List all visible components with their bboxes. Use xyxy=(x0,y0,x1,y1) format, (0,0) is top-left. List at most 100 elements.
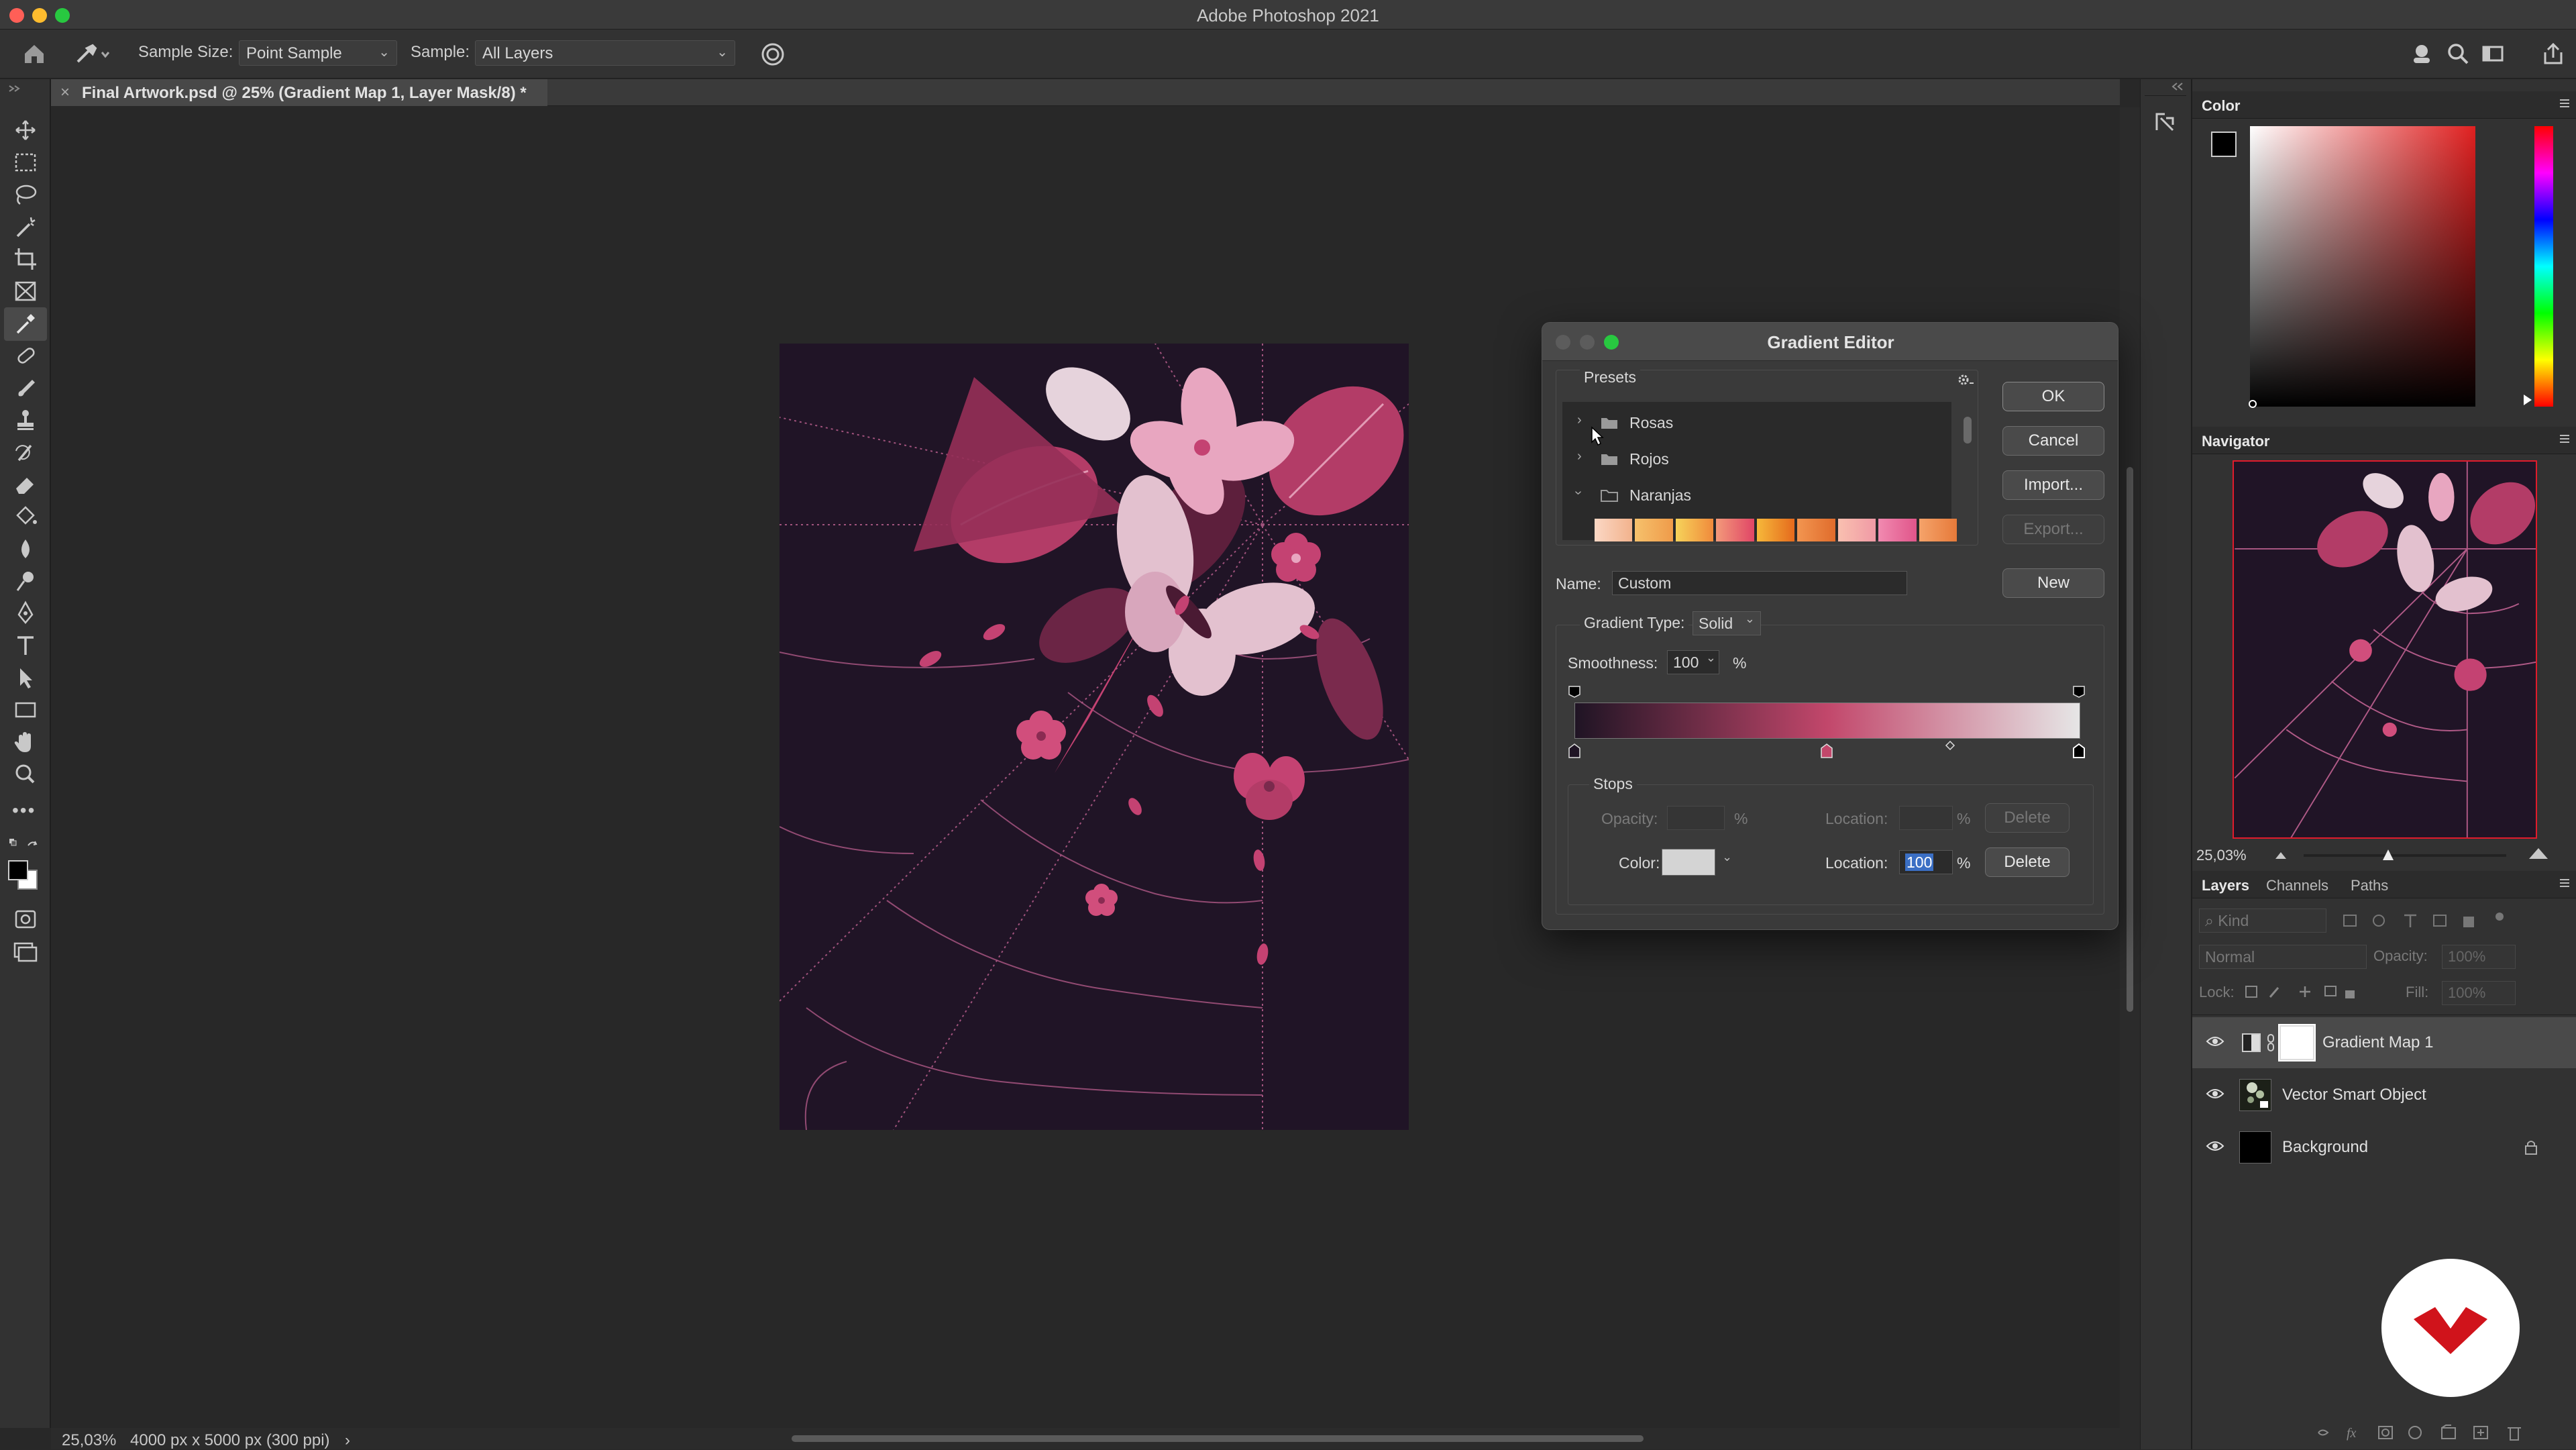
export-button[interactable]: Export... xyxy=(2002,515,2104,544)
clone-stamp-tool-icon[interactable] xyxy=(9,407,42,433)
foreground-color-swatch[interactable] xyxy=(8,860,28,880)
visibility-eye-icon[interactable] xyxy=(2206,1139,2224,1153)
preset-swatch[interactable] xyxy=(1595,519,1633,541)
eraser-tool-icon[interactable] xyxy=(9,471,42,498)
navigator-preview[interactable] xyxy=(2233,460,2537,839)
preset-swatch[interactable] xyxy=(1878,519,1917,541)
panel-menu-icon[interactable] xyxy=(2559,878,2571,888)
chevron-down-icon[interactable]: ⌄ xyxy=(1706,651,1716,665)
sample-size-dropdown[interactable]: Point Sample ⌄ xyxy=(239,40,397,66)
brush-tool-icon[interactable] xyxy=(9,374,42,401)
dodge-tool-icon[interactable] xyxy=(9,568,42,594)
color-midpoint-diamond[interactable] xyxy=(1945,740,1955,751)
visibility-eye-icon[interactable] xyxy=(2206,1035,2224,1048)
magic-wand-tool-icon[interactable] xyxy=(9,213,42,240)
mask-link-icon[interactable] xyxy=(2266,1033,2275,1052)
learn-icon[interactable] xyxy=(2410,42,2434,66)
color-stop-left[interactable] xyxy=(1568,743,1581,759)
history-brush-tool-icon[interactable] xyxy=(9,439,42,466)
color-picker-field[interactable] xyxy=(2250,126,2475,407)
status-zoom[interactable]: 25,03% xyxy=(62,1431,116,1450)
crop-tool-icon[interactable] xyxy=(9,246,42,272)
color-picker-cursor[interactable] xyxy=(2249,400,2257,408)
preset-swatch[interactable] xyxy=(1919,519,1957,541)
chevron-down-icon[interactable]: › xyxy=(1570,490,1586,495)
layer-mask-thumbnail[interactable] xyxy=(2278,1024,2316,1061)
vertical-scrollbar[interactable] xyxy=(2120,107,2140,1428)
preset-swatch[interactable] xyxy=(1675,519,1714,541)
history-panel-icon[interactable] xyxy=(2151,109,2178,136)
artwork-canvas[interactable] xyxy=(780,344,1409,1130)
preset-swatch[interactable] xyxy=(1756,519,1795,541)
navigator-zoom-slider[interactable] xyxy=(2304,854,2506,857)
gradient-preview-bar[interactable] xyxy=(1574,703,2080,739)
rectangle-tool-icon[interactable] xyxy=(9,696,42,723)
tab-layers[interactable]: Layers xyxy=(2202,877,2249,894)
screen-mode-icon[interactable] xyxy=(9,938,42,965)
navigator-zoom-slider-thumb[interactable] xyxy=(2383,849,2394,860)
layers-bottom-actions[interactable]: fx xyxy=(2313,1421,2568,1444)
delete-color-stop-button[interactable]: Delete xyxy=(1985,847,2070,877)
tab-paths[interactable]: Paths xyxy=(2351,877,2388,894)
preset-swatch[interactable] xyxy=(1635,519,1673,541)
zoom-in-icon[interactable] xyxy=(2528,844,2549,862)
visibility-eye-icon[interactable] xyxy=(2206,1087,2224,1100)
opacity-stop-right[interactable] xyxy=(2072,685,2086,698)
eyedropper-tool-preset-icon[interactable] xyxy=(74,42,111,66)
ok-button[interactable]: OK xyxy=(2002,382,2104,411)
dialog-title-bar[interactable]: Gradient Editor xyxy=(1542,323,2118,361)
pen-tool-icon[interactable] xyxy=(9,600,42,627)
layer-row-vector-smart-object[interactable]: Vector Smart Object xyxy=(2192,1070,2576,1121)
navigator-zoom-value[interactable]: 25,03% xyxy=(2196,847,2247,864)
preset-swatch[interactable] xyxy=(1716,519,1754,541)
color-foreground-swatch[interactable] xyxy=(2211,132,2237,157)
collapse-arrows-icon[interactable] xyxy=(7,83,23,94)
collapse-dock-icon[interactable] xyxy=(2170,82,2186,91)
type-tool-icon[interactable] xyxy=(9,632,42,659)
vertical-scroll-thumb[interactable] xyxy=(2127,467,2133,1012)
presets-scroll-thumb[interactable] xyxy=(1964,417,1972,444)
share-icon[interactable] xyxy=(2541,42,2565,66)
layer-name[interactable]: Gradient Map 1 xyxy=(2322,1033,2433,1052)
layer-filter-kind[interactable]: ⌕ Kind xyxy=(2199,909,2326,933)
hue-slider-marker[interactable] xyxy=(2524,395,2532,405)
smoothness-input[interactable]: 100 ⌄ xyxy=(1667,650,1719,674)
new-button[interactable]: New xyxy=(2002,568,2104,598)
stop-color-swatch[interactable] xyxy=(1662,849,1715,876)
gradient-type-dropdown[interactable]: Solid ⌄ xyxy=(1693,611,1761,635)
close-tab-icon[interactable]: × xyxy=(60,83,70,102)
layer-filter-icons[interactable] xyxy=(2339,911,2520,931)
layer-row-background[interactable]: Background xyxy=(2192,1122,2576,1173)
cancel-button[interactable]: Cancel xyxy=(2002,426,2104,456)
chevron-down-icon[interactable]: ⌄ xyxy=(1722,850,1732,864)
layer-row-gradient-map[interactable]: Gradient Map 1 xyxy=(2192,1017,2576,1068)
zoom-tool-icon[interactable] xyxy=(9,761,42,788)
status-arrow[interactable]: › xyxy=(345,1431,350,1450)
import-button[interactable]: Import... xyxy=(2002,470,2104,500)
color-stop-right-selected[interactable] xyxy=(2072,743,2086,759)
healing-brush-tool-icon[interactable] xyxy=(9,342,42,369)
search-icon[interactable] xyxy=(2446,42,2470,66)
hand-tool-icon[interactable] xyxy=(9,729,42,756)
sampling-ring-icon[interactable] xyxy=(758,42,788,67)
document-tab[interactable]: × Final Artwork.psd @ 25% (Gradient Map … xyxy=(51,79,547,106)
gradient-name-input[interactable]: Custom xyxy=(1612,571,1907,595)
opacity-stop-left[interactable] xyxy=(1568,685,1581,698)
path-selection-tool-icon[interactable] xyxy=(9,664,42,691)
eyedropper-tool-icon[interactable] xyxy=(9,310,42,337)
paint-bucket-tool-icon[interactable] xyxy=(9,503,42,530)
layer-name[interactable]: Background xyxy=(2282,1138,2368,1157)
home-icon[interactable] xyxy=(21,42,47,66)
workspace-icon[interactable] xyxy=(2481,42,2505,66)
frame-tool-icon[interactable] xyxy=(9,278,42,305)
preset-folder-rojos[interactable]: › Rojos xyxy=(1562,444,1951,476)
preset-swatch[interactable] xyxy=(1837,519,1876,541)
layer-name[interactable]: Vector Smart Object xyxy=(2282,1086,2426,1104)
panel-menu-icon[interactable] xyxy=(2559,433,2571,444)
preset-folder-naranjas[interactable]: › Naranjas xyxy=(1562,480,1951,512)
lasso-tool-icon[interactable] xyxy=(9,181,42,208)
layer-fill-field[interactable]: 100% xyxy=(2442,981,2516,1005)
color-stop-middle[interactable] xyxy=(1820,743,1833,759)
color-location-input[interactable]: 100 xyxy=(1899,850,1953,874)
opacity-location-input[interactable] xyxy=(1899,806,1953,830)
